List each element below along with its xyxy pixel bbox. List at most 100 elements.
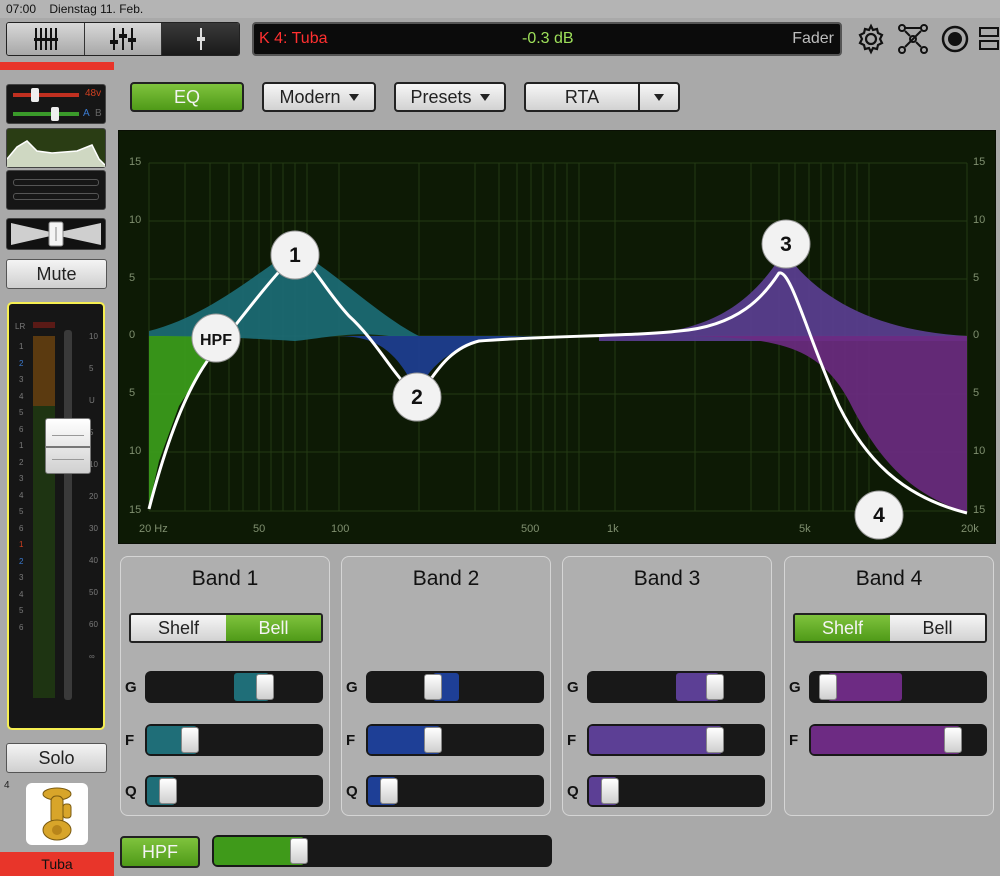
rta-control: RTA [524,82,680,112]
slider-label: Q [567,783,579,800]
routing-icon[interactable] [896,22,930,56]
record-icon[interactable] [938,22,972,56]
channel-view-icon [196,28,205,50]
y-tick-label: 10 [973,445,986,457]
slider-thumb[interactable] [601,778,620,804]
input-box[interactable]: 48v A B [6,84,106,124]
eq-node-2[interactable]: 2 [392,372,442,422]
band-title: Band 2 [412,567,480,590]
lcd-display: K 4: Tuba -0.3 dB Fader [252,22,842,56]
eq-node-label: 2 [411,386,423,409]
mute-button[interactable]: Mute [6,259,107,289]
bell-button[interactable]: Bell [226,615,321,641]
slider-thumb[interactable] [706,674,724,700]
y-tick-label: 10 [973,214,986,226]
slider-track[interactable] [587,671,765,703]
fader-track[interactable] [64,330,72,700]
mixer-view-button[interactable] [7,23,85,55]
slider-thumb[interactable] [424,727,443,753]
solo-button[interactable]: Solo [6,743,107,773]
rta-dropdown-button[interactable] [640,93,678,101]
eq-node-3[interactable]: 3 [761,219,811,269]
slider-track[interactable] [366,671,544,703]
presets-label: Presets [410,86,472,107]
slider-thumb[interactable] [943,727,962,753]
slider-thumb[interactable] [818,674,837,700]
gear-icon[interactable] [854,22,888,56]
faders-view-icon [110,28,136,50]
lcd-channel: K 4: Tuba [259,30,328,47]
mode-dropdown[interactable]: Modern [262,82,376,112]
slider-track[interactable] [809,671,987,703]
channel-number: 4 [4,780,10,791]
dynamics-box[interactable] [6,170,106,210]
slider-track[interactable] [366,724,544,756]
presets-dropdown[interactable]: Presets [394,82,506,112]
band-title: Band 4 [855,567,923,590]
slider-thumb[interactable] [706,727,724,753]
x-tick-label: 50 [253,523,266,535]
meter-tick-label: 5 [19,408,24,417]
meter-tick-label: 2 [19,457,24,467]
chevron-down-icon [348,93,359,101]
slider-thumb[interactable] [256,674,275,700]
eq-node-1[interactable]: 1 [270,230,320,280]
slider-f: F [346,724,546,758]
tuba-icon[interactable] [26,783,88,845]
slider-label: F [789,732,799,749]
shelf-button[interactable]: Shelf [131,615,226,641]
slider-track[interactable] [145,671,323,703]
slider-q: Q [346,775,546,809]
hpf-slider-thumb[interactable] [290,838,309,864]
eq-graph[interactable]: HPF 1 2 3 4 15 10 5 0 5 10 15 15 10 5 0 5 10 15 20 Hz 50 10… [118,130,996,544]
slider-track[interactable] [145,724,323,756]
slider-track[interactable] [809,724,987,756]
hpf-slider[interactable] [212,835,552,867]
meter-tick-label: 1 [19,441,24,450]
band-panel-2: Band 2 G F Q [341,556,551,816]
mixer-view-icon [34,28,59,50]
rta-button[interactable]: RTA [526,84,640,110]
slider-thumb[interactable] [380,778,399,804]
hpf-button[interactable]: HPF [120,836,200,868]
band-panel-4: Band 4 Shelf Bell G F [784,556,994,816]
pan-control[interactable] [6,218,106,250]
slider-track[interactable] [366,775,544,807]
meter-tick-label: 2 [19,358,24,368]
clip-indicator [33,322,55,328]
slider-thumb[interactable] [181,727,200,753]
slider-thumb[interactable] [159,778,178,804]
eq-node-4[interactable]: 4 [854,490,904,540]
x-tick-label: 500 [521,523,540,535]
eq-thumbnail[interactable] [6,128,106,168]
meter-tick-label: 5 [19,606,24,615]
fader-thumb[interactable] [45,418,91,475]
ab-label-a: A [83,108,90,119]
eq-node-hpf[interactable]: HPF [191,313,241,363]
slider-track[interactable] [145,775,323,807]
meter-tick-label: 1 [19,540,24,549]
channel-strip: 48v A B Mute LR 1 2 3 4 5 6 1 2 3 4 5 6 1 2 3 4 5 6 10 5 U 5… [0,70,114,876]
faders-view-button[interactable] [84,23,163,55]
eq-toggle-button[interactable]: EQ [130,82,244,112]
channel-color-bar [0,62,114,70]
phantom-label: 48v [85,88,102,99]
shelf-button[interactable]: Shelf [795,615,890,641]
meter-tick-label: 3 [19,573,24,582]
meter-tick-label: 3 [19,375,24,384]
meter-tick-label: 10 [89,332,98,341]
lcd-mode: Fader [792,30,834,47]
y-tick-label: 0 [973,329,980,341]
chevron-down-icon [654,93,664,101]
slider-track[interactable] [587,724,765,756]
slider-track[interactable] [587,775,765,807]
menu-icon[interactable] [978,22,1000,56]
slider-thumb[interactable] [424,674,443,700]
meter-tick-label: 4 [19,391,24,401]
meter-tick-label: 20 [89,492,98,501]
meter-tick-label: 50 [89,588,98,597]
x-tick-label: 20 Hz [139,523,168,535]
bell-button[interactable]: Bell [890,615,985,641]
slider-q: Q [125,775,325,809]
channel-view-button[interactable] [162,23,239,55]
